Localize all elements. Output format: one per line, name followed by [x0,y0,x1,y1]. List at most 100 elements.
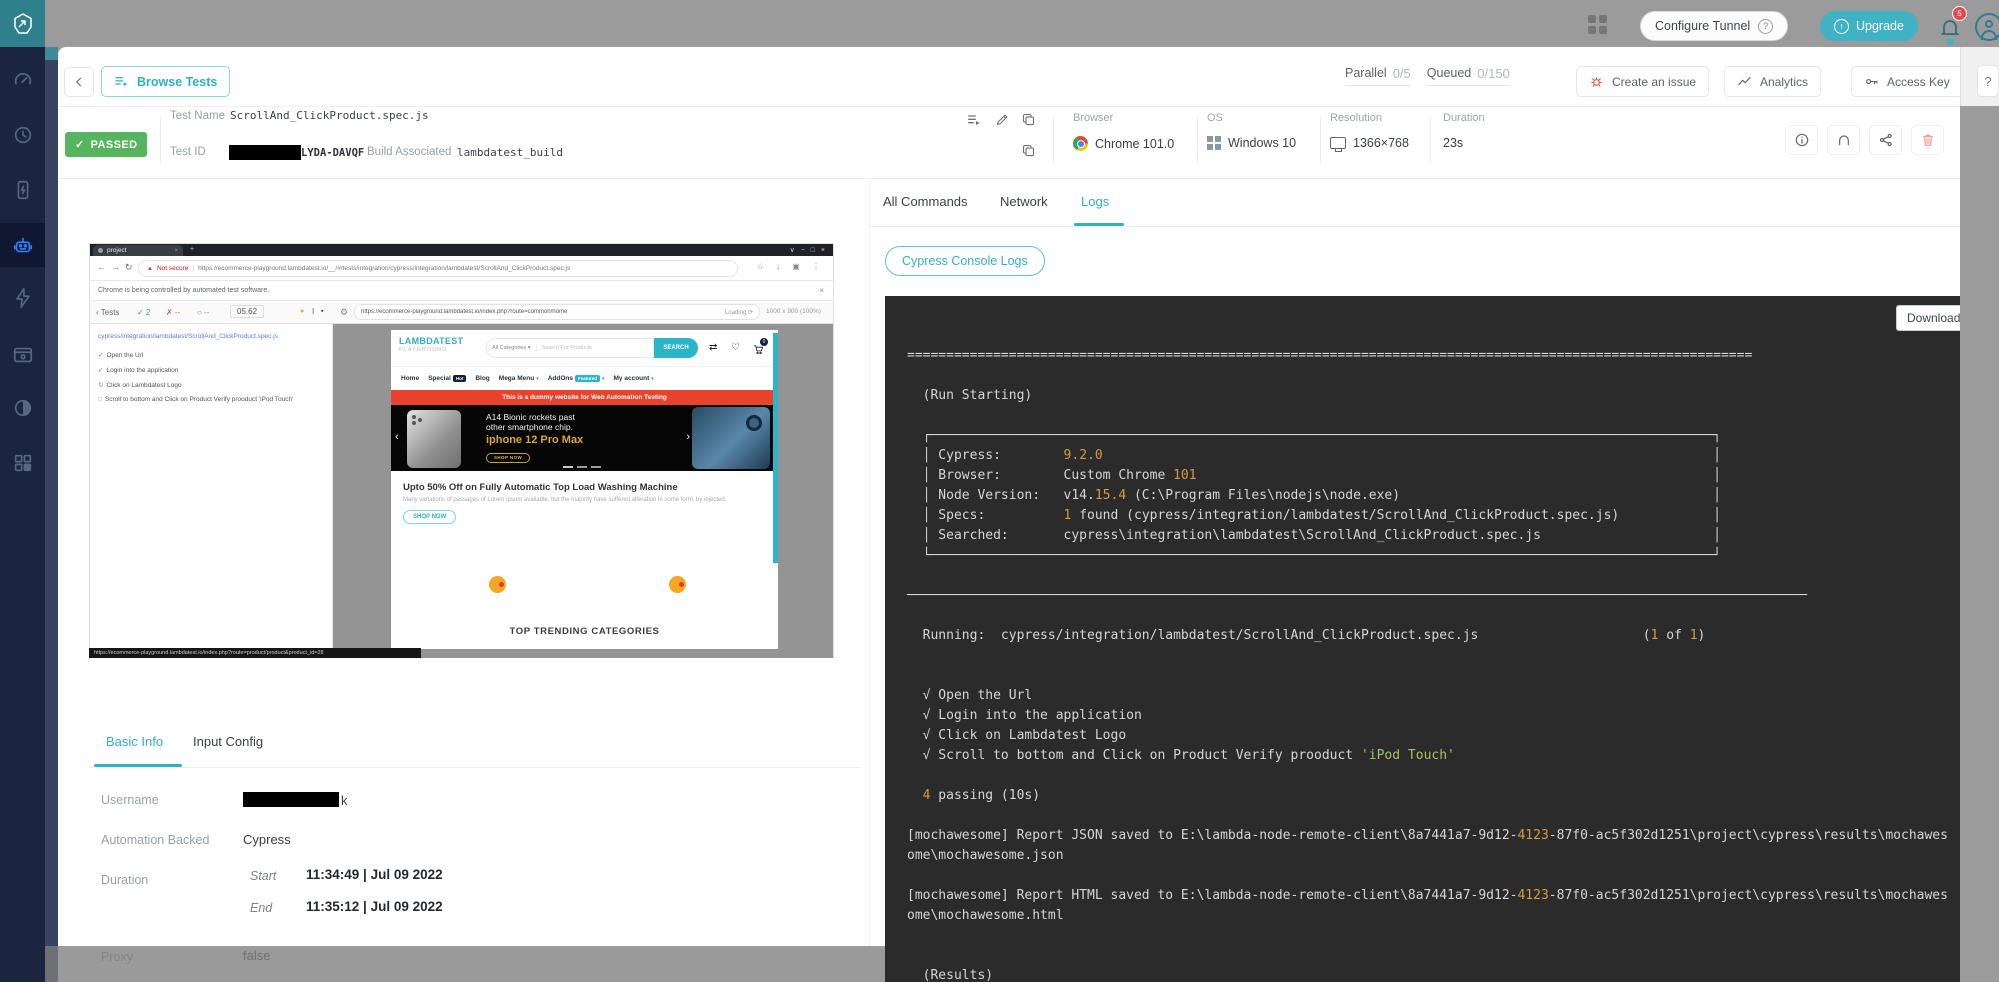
category-placeholder-dot [669,576,686,593]
app-loading: Loading ⟳ [725,309,753,316]
console-line: √ Scroll to bottom and Click on Product … [907,746,1960,766]
hero-line1: A14 Bionic rockets past [486,412,583,422]
iphone-silver-image [407,410,461,468]
site-nav-item: SpecialHot [428,375,466,382]
tab-basic-info[interactable]: Basic Info [106,734,163,749]
carousel-prev-icon: ‹ [395,431,399,443]
resolution-label: Resolution [1330,112,1382,124]
configure-tunnel-button[interactable]: Configure Tunnel ? [1640,11,1788,41]
sidebar-item-lightning[interactable] [0,276,45,320]
tab-input-config[interactable]: Input Config [193,734,263,749]
cart-icon: 0 [753,342,764,360]
create-issue-label: Create an issue [1612,75,1696,89]
username-label: Username [101,793,159,807]
duration-label: Duration [1443,112,1485,124]
status-label: PASSED [91,139,138,151]
parallel-stat: Parallel 0/5 [1345,66,1411,86]
console-line [907,666,1960,686]
console-output: ========================================… [885,296,1960,982]
analytics-button[interactable]: Analytics [1724,66,1821,97]
not-secure-label: Not secure [157,265,188,272]
sidebar-item-automation[interactable] [0,223,45,267]
browse-tests-button[interactable]: Browse Tests [101,66,230,97]
console-line: │ Cypress: 9.2.0 │ [907,446,1960,466]
username-redacted [243,792,339,807]
sidebar-item-dashboard[interactable] [0,58,45,102]
delete-button[interactable] [1911,125,1944,155]
category-select: All Categories ▾ [487,345,537,351]
analytics-label: Analytics [1760,75,1808,89]
edit-test-name-icon[interactable] [995,112,1010,132]
avatar[interactable] [1975,13,1999,41]
sidebar [0,0,45,982]
automation-value: Cypress [243,832,291,847]
sidebar-item-contrast[interactable] [0,386,45,430]
copy-test-name-icon[interactable] [1021,112,1036,132]
page-url: https://ecommerce-playground.lambdatest.… [198,265,570,272]
site-logo: LAMBDATEST PLAYGROUND [399,337,463,355]
promo-subtitle: Many variations of passages of Lorem Ips… [403,497,766,503]
console-line: ome\mochawesome.html [907,906,1960,926]
runner-stop-icon: ▪ [321,308,323,315]
cypress-console-logs-chip[interactable]: Cypress Console Logs [885,246,1045,276]
windows-icon [1207,136,1221,150]
wishlist-icon: ♡ [731,342,740,353]
category-placeholder-dot [489,576,506,593]
console-line: Running: cypress/integration/lambdatest/… [907,626,1960,646]
back-button[interactable] [64,67,94,97]
tab-close-icon: × [174,248,178,254]
console-line: │ Node Version: v14.15.4 (C:\Program Fil… [907,486,1960,506]
sidebar-item-history[interactable] [0,113,45,157]
apps-grid-icon[interactable] [1588,15,1607,34]
share-button[interactable] [1869,125,1902,155]
tab-logs[interactable]: Logs [1081,194,1109,209]
compare-icon: ⇄ [709,342,717,353]
caret-down-icon: ▾ [651,376,654,382]
lambdatest-logo[interactable] [0,0,45,47]
test-video-frame: project × + ∨ − □ × ← → ↻ ▲ Not secure |… [89,243,834,658]
tunnel-help-icon[interactable]: ? [1758,19,1773,34]
console-line: [mochawesome] Report HTML saved to E:\la… [907,886,1960,906]
cypress-runner-toolbar: ‹ Tests ✓ 2 ✗ -- ○ -- 05.62 ● I ▪ ⚙ http… [90,301,833,324]
link-preview-statusbar: https://ecommerce-playground.lambdatest.… [89,648,421,658]
duration-row-label: Duration [101,873,148,887]
sidebar-item-apps[interactable] [0,441,45,485]
upgrade-button[interactable]: ↑ Upgrade [1820,11,1918,41]
copy-test-id-icon[interactable] [1021,143,1036,163]
runner-failed-count: ✗ -- [166,308,180,317]
hero-product-accent: Pro Max [540,434,583,446]
info-button[interactable] [1785,125,1818,155]
console-line: √ Click on Lambdatest Logo [907,726,1960,746]
runner-pending-count: ○ -- [197,308,209,317]
notifications-bell-icon[interactable]: 5 [1938,16,1966,42]
runner-step: ↻Click on Lambdatest Logo [98,381,328,389]
app-under-test-area: LAMBDATEST PLAYGROUND All Categories ▾ S… [333,324,833,658]
hero-carousel: A14 Bionic rockets past other smartphone… [391,405,778,471]
tab-all-commands[interactable]: All Commands [883,194,968,209]
site-nav-item: Blog [475,375,489,382]
test-id-redacted [229,145,301,160]
site-nav-item: Home [401,375,419,382]
sidebar-item-devices[interactable] [0,168,45,212]
create-issue-button[interactable]: Create an issue [1576,66,1709,97]
os-label: OS [1207,112,1223,124]
sidebar-gutter [45,47,58,982]
browser-action-icons: ☆ ↓ ▣ ⋮ [757,262,825,271]
browse-tests-label: Browse Tests [137,75,217,89]
start-label: Start [250,869,276,883]
access-key-button[interactable]: Access Key [1851,66,1963,97]
sidebar-item-browser-testing[interactable] [0,333,45,377]
upgrade-label: Upgrade [1856,19,1904,33]
console-line [907,926,1960,946]
start-value: 11:34:49 | Jul 09 2022 [306,867,443,882]
tab-network[interactable]: Network [1000,194,1048,209]
help-button[interactable]: ? [1977,65,1999,97]
console-line [907,646,1960,666]
nav-badge: Hot [453,375,467,382]
test-id-label: Test ID [170,146,206,158]
proxy-value: false [243,948,270,963]
test-steps-icon[interactable] [966,112,982,133]
console-line [907,566,1960,586]
tunnel-arch-button[interactable] [1827,125,1860,155]
site-search-group: All Categories ▾ Search For Products [486,338,654,358]
